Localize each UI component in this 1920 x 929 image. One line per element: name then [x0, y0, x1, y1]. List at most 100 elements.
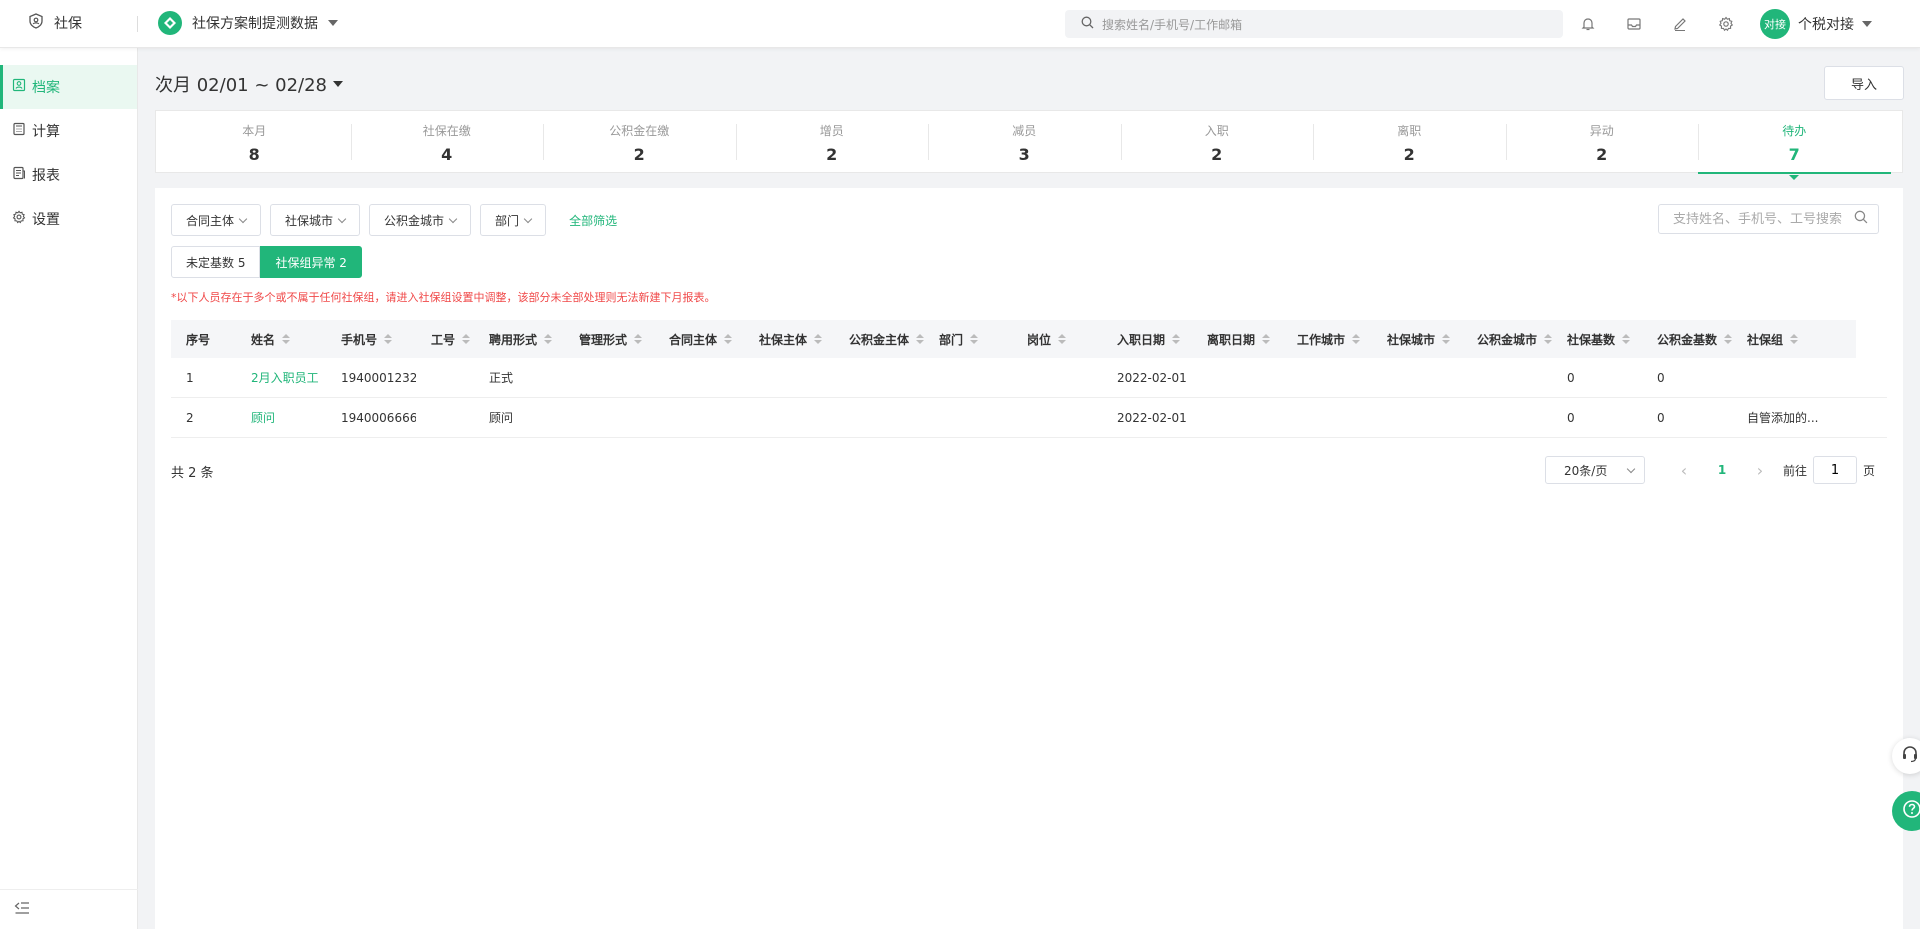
header-col-social-group[interactable]: 社保组	[1732, 331, 1822, 348]
stat-tab-fund-paying[interactable]: 公积金在缴 2	[543, 122, 736, 164]
customer-service-button[interactable]	[1892, 738, 1920, 774]
caret-down-icon	[1862, 21, 1872, 27]
calculator-icon	[12, 122, 26, 140]
column-header-label: 社保组	[1747, 332, 1784, 347]
stat-tab-todo[interactable]: 待办 7	[1698, 122, 1891, 180]
period-selector[interactable]: 次月 02/01 ~ 02/28	[155, 71, 343, 97]
sort-icon[interactable]	[724, 334, 733, 344]
pagination: 20条/页 ‹ 1 › 前往 页	[1545, 456, 1875, 484]
stat-label: 增员	[819, 123, 844, 138]
gear-icon	[12, 210, 26, 228]
column-header-label: 工作城市	[1297, 332, 1346, 347]
stat-value: 3	[1018, 144, 1030, 164]
sidebar-item-report[interactable]: 报表	[0, 153, 137, 197]
column-header-label: 离职日期	[1207, 332, 1256, 347]
segment-group-exception[interactable]: 社保组异常 2	[260, 246, 362, 278]
table-row[interactable]: 2 顾问 19400066666 顾问 2022-02-01 0 0 自管添加的...	[171, 398, 1887, 438]
sort-icon[interactable]	[1172, 334, 1181, 344]
app-brand[interactable]: 社保	[28, 13, 82, 33]
stat-tab-offboard[interactable]: 离职 2	[1313, 122, 1506, 164]
cell-name[interactable]: 2月入职员工	[236, 369, 326, 386]
sort-icon[interactable]	[916, 334, 924, 344]
goto-page-input[interactable]	[1813, 456, 1858, 484]
column-header-label: 工号	[431, 332, 456, 347]
sort-icon[interactable]	[1058, 334, 1067, 344]
column-header-label: 公积金主体	[849, 332, 910, 347]
edit-icon[interactable]	[1668, 12, 1692, 36]
segment-undetermined-base[interactable]: 未定基数 5	[171, 246, 261, 278]
sort-icon[interactable]	[814, 334, 823, 344]
user-menu[interactable]: 对接 个税对接	[1760, 9, 1872, 39]
header-col-department[interactable]: 部门	[924, 331, 1012, 348]
inbox-icon[interactable]	[1622, 12, 1646, 36]
employee-search[interactable]	[1658, 204, 1879, 234]
table-body: 1 2月入职员工 19400012321 正式 2022-02-01 0 0 2 顾问 19400…	[171, 358, 1887, 438]
cell-index: 2	[186, 410, 194, 425]
sort-icon[interactable]	[634, 334, 643, 344]
stat-tab-change[interactable]: 异动 2	[1505, 122, 1699, 164]
stat-tab-added[interactable]: 增员 2	[735, 122, 929, 164]
header-col-phone[interactable]: 手机号	[326, 331, 416, 348]
filter-social-city[interactable]: 社保城市	[270, 204, 361, 236]
sort-icon[interactable]	[970, 334, 979, 344]
next-page-icon[interactable]: ›	[1741, 461, 1779, 480]
header-col-social-base[interactable]: 社保基数	[1552, 331, 1642, 348]
header-col-contract-entity[interactable]: 合同主体	[654, 331, 744, 348]
header-col-fund-base[interactable]: 公积金基数	[1642, 331, 1732, 348]
stat-tab-social-paying[interactable]: 社保在缴 4	[350, 122, 544, 164]
stat-value: 2	[1403, 144, 1415, 164]
sidebar-item-calculate[interactable]: 计算	[0, 109, 137, 153]
sort-icon[interactable]	[462, 334, 471, 344]
table-row[interactable]: 1 2月入职员工 19400012321 正式 2022-02-01 0 0	[171, 358, 1887, 398]
header-col-work-city[interactable]: 工作城市	[1282, 331, 1372, 348]
sort-icon[interactable]	[384, 334, 393, 344]
stat-tab-reduced[interactable]: 减员 3	[928, 122, 1121, 164]
header-col-name[interactable]: 姓名	[236, 331, 326, 348]
org-switcher[interactable]: 社保方案制提测数据	[158, 11, 338, 35]
page-number[interactable]: 1	[1703, 463, 1741, 477]
bell-icon[interactable]	[1576, 12, 1600, 36]
header-col-hire-date[interactable]: 入职日期	[1102, 331, 1192, 348]
sort-icon[interactable]	[282, 334, 291, 344]
stat-tab-this-month[interactable]: 本月 8	[158, 122, 351, 164]
sort-icon[interactable]	[1262, 334, 1271, 344]
sidebar-item-settings[interactable]: 设置	[0, 197, 137, 241]
sort-icon[interactable]	[1622, 334, 1631, 344]
cell-fund-base: 0	[1657, 370, 1665, 385]
stat-tab-onboard[interactable]: 入职 2	[1120, 122, 1314, 164]
global-search-placeholder: 搜索姓名/手机号/工作邮箱	[1102, 17, 1243, 32]
header-col-fund-entity[interactable]: 公积金主体	[834, 331, 924, 348]
header-col-management-type[interactable]: 管理形式	[564, 331, 654, 348]
goto-prefix: 前往	[1783, 463, 1808, 478]
sort-icon[interactable]	[544, 334, 553, 344]
header-col-fund-city[interactable]: 公积金城市	[1462, 331, 1552, 348]
header-col-social-entity[interactable]: 社保主体	[744, 331, 834, 348]
all-filters-link[interactable]: 全部筛选	[569, 212, 617, 229]
stat-label: 本月	[242, 123, 267, 138]
cell-employment-type: 顾问	[489, 411, 514, 425]
page-size-select[interactable]: 20条/页	[1545, 456, 1645, 484]
header-col-employment-type[interactable]: 聘用形式	[474, 331, 564, 348]
import-button[interactable]: 导入	[1824, 66, 1904, 100]
profile-icon	[12, 78, 26, 96]
prev-page-icon[interactable]: ‹	[1665, 461, 1703, 480]
column-header-label: 姓名	[251, 332, 276, 347]
global-search-input[interactable]: 搜索姓名/手机号/工作邮箱	[1065, 10, 1563, 38]
sidebar-item-profile[interactable]: 档案	[0, 65, 137, 109]
filter-fund-city[interactable]: 公积金城市	[369, 204, 472, 236]
filter-contract-entity[interactable]: 合同主体	[171, 204, 262, 236]
employee-search-input[interactable]	[1673, 211, 1843, 227]
sidebar-collapse-button[interactable]	[0, 889, 138, 929]
sort-icon[interactable]	[1544, 334, 1552, 344]
cell-name[interactable]: 顾问	[236, 409, 326, 426]
gear-icon[interactable]	[1714, 12, 1738, 36]
sort-icon[interactable]	[1724, 334, 1732, 344]
header-col-position[interactable]: 岗位	[1012, 331, 1102, 348]
header-col-social-city[interactable]: 社保城市	[1372, 331, 1462, 348]
filter-department[interactable]: 部门	[480, 204, 547, 236]
header-col-leave-date[interactable]: 离职日期	[1192, 331, 1282, 348]
sort-icon[interactable]	[1790, 334, 1799, 344]
sort-icon[interactable]	[1352, 334, 1361, 344]
sort-icon[interactable]	[1442, 334, 1451, 344]
header-col-employee-id[interactable]: 工号	[416, 331, 474, 348]
